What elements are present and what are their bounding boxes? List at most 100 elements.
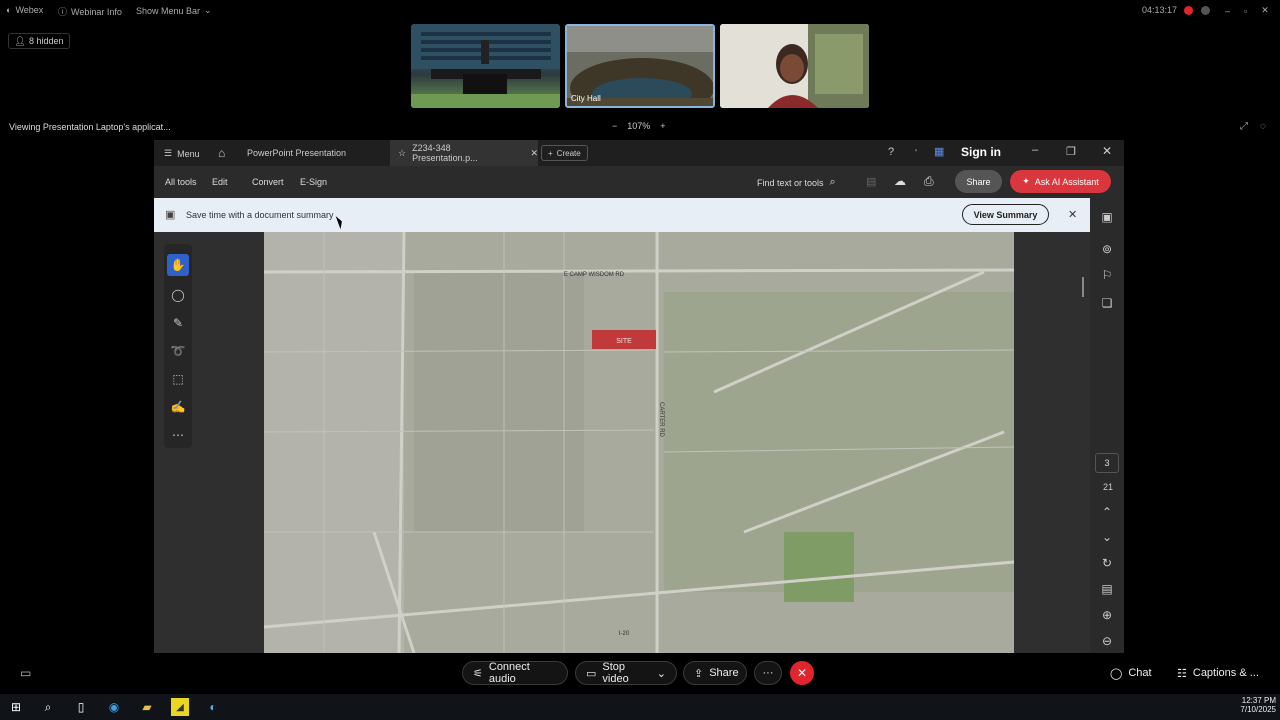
- chevron-down-icon[interactable]: ⌄: [1096, 526, 1118, 548]
- ai-assistant-button[interactable]: ✦ Ask AI Assistant: [1010, 170, 1111, 193]
- minimize-icon[interactable]: –: [1225, 6, 1230, 16]
- participant-video-1[interactable]: [411, 24, 560, 108]
- webex-taskbar-icon[interactable]: ◐: [204, 698, 222, 716]
- sticky-notes-icon[interactable]: ◢: [171, 698, 189, 716]
- close-icon[interactable]: ✕: [1261, 5, 1269, 16]
- more-tools-icon[interactable]: ⋯: [167, 424, 189, 446]
- stop-video-button[interactable]: ▭ Stop video ⌄: [575, 661, 677, 685]
- pdf-page-map[interactable]: SITE E CAMP WISDOM RD I-20 CARTER RD: [264, 232, 1014, 653]
- connect-audio-button[interactable]: ⚟ Connect audio: [462, 661, 568, 685]
- hand-tool-icon[interactable]: ✋: [167, 254, 189, 276]
- restore-icon[interactable]: ❐: [1066, 145, 1076, 158]
- signature-tool-icon[interactable]: ✍: [167, 396, 189, 418]
- participant-webcam-image: [720, 24, 869, 108]
- lasso-tool-icon[interactable]: ➰: [167, 340, 189, 362]
- show-menu-bar-label: Show Menu Bar: [136, 5, 201, 16]
- captions-button[interactable]: ☷ Captions & ...: [1177, 667, 1259, 680]
- close-notice-icon[interactable]: ✕: [1068, 208, 1077, 221]
- zoom-in-button[interactable]: +: [660, 121, 665, 131]
- restore-icon[interactable]: ▫: [1244, 6, 1247, 16]
- info-icon: ⓘ: [58, 7, 68, 17]
- document-gutter: [1014, 232, 1090, 653]
- scrollbar-thumb[interactable]: [1082, 277, 1084, 297]
- refresh-icon[interactable]: ↻: [1096, 552, 1118, 574]
- leave-meeting-button[interactable]: ✕: [790, 661, 814, 685]
- share-content-button[interactable]: ⇪ Share: [683, 661, 747, 685]
- minimize-icon[interactable]: –: [1032, 144, 1038, 156]
- more-options-button[interactable]: ···: [754, 661, 782, 685]
- recording-icon: [1184, 5, 1194, 15]
- chat-button[interactable]: ◯ Chat: [1110, 667, 1152, 680]
- timer-text: 04:13:17: [1142, 5, 1178, 15]
- app-name: Webex: [15, 5, 44, 15]
- text-tool-icon[interactable]: ⬚: [167, 368, 189, 390]
- page-number-input[interactable]: 3: [1095, 453, 1119, 473]
- search-doc-icon[interactable]: ⊚: [1096, 238, 1118, 260]
- share-label: Share: [966, 176, 991, 187]
- layout-icon[interactable]: ▭: [20, 666, 31, 680]
- comment-icon[interactable]: ▣: [1096, 206, 1118, 228]
- pen-tool-icon[interactable]: ✎: [167, 312, 189, 334]
- acrobat-title-bar: ☰ Menu ⌂ PowerPoint Presentation ☆ Z234-…: [154, 140, 1124, 166]
- close-tab-icon[interactable]: ✕: [530, 148, 538, 159]
- share-button[interactable]: Share: [955, 170, 1002, 193]
- participant-video-2[interactable]: City Hall: [565, 24, 715, 108]
- view-summary-button[interactable]: View Summary: [962, 204, 1049, 225]
- menu-label: Menu: [177, 148, 200, 159]
- clock-time: 12:37 PM: [1241, 696, 1276, 705]
- home-icon[interactable]: ⌂: [218, 146, 225, 160]
- apps-grid-icon[interactable]: ▦: [934, 145, 944, 158]
- webex-menu[interactable]: ◐ Webex: [6, 5, 43, 15]
- participant-name-label: City Hall: [571, 94, 601, 103]
- fit-page-icon[interactable]: ▤: [1096, 578, 1118, 600]
- quick-tools-bar: ✋ ◯ ✎ ➰ ⬚ ✍ ⋯: [164, 244, 192, 448]
- windows-start-icon[interactable]: ⊞: [7, 698, 25, 716]
- create-label: Create: [556, 148, 581, 158]
- window-controls: – ▫ ✕: [1225, 5, 1269, 16]
- menu-convert[interactable]: Convert: [252, 177, 300, 187]
- expand-icon[interactable]: ⤢: [1240, 121, 1248, 132]
- menu-all-tools[interactable]: All tools: [165, 177, 212, 187]
- show-menu-bar-button[interactable]: Show Menu Bar ⌄: [136, 5, 212, 16]
- create-button[interactable]: + Create: [541, 145, 588, 161]
- tab-presentation[interactable]: ☆ Z234-348 Presentation.p... ✕: [390, 140, 538, 166]
- chevron-up-icon[interactable]: ⌃: [1096, 501, 1118, 523]
- chevron-down-icon: ⌄: [204, 5, 212, 15]
- search-icon[interactable]: ⌕: [39, 698, 57, 716]
- tab-label: Z234-348 Presentation.p...: [412, 143, 478, 163]
- menu-button[interactable]: ☰ Menu: [164, 148, 200, 159]
- sign-in-button[interactable]: Sign in: [961, 145, 1001, 159]
- webinar-info-button[interactable]: ⓘ Webinar Info: [58, 5, 122, 18]
- taskbar-clock[interactable]: 12:37 PM 7/10/2025: [1232, 696, 1276, 714]
- print-icon[interactable]: ⎙: [924, 174, 934, 189]
- zoom-in-icon[interactable]: ⊕: [1096, 604, 1118, 626]
- bell-icon[interactable]: ◔: [912, 146, 918, 157]
- comment-tool-icon[interactable]: ◯: [167, 284, 189, 306]
- plus-icon: +: [548, 148, 553, 158]
- tab-powerpoint[interactable]: PowerPoint Presentation: [238, 140, 388, 166]
- edge-browser-icon[interactable]: ◉: [105, 698, 123, 716]
- save-icon[interactable]: ▤: [866, 175, 876, 188]
- settings-icon[interactable]: ◌: [1260, 121, 1266, 132]
- close-icon[interactable]: ✕: [1102, 144, 1112, 158]
- chevron-down-icon[interactable]: ⌄: [657, 667, 666, 680]
- file-explorer-icon[interactable]: ▰: [138, 698, 156, 716]
- person-icon: 👤︎: [14, 35, 26, 46]
- bookmark-icon[interactable]: ⚐: [1096, 264, 1118, 286]
- find-tools[interactable]: Find text or tools ⌕: [757, 176, 836, 189]
- star-icon[interactable]: ☆: [398, 148, 406, 159]
- zoom-out-button[interactable]: −: [612, 121, 617, 131]
- menu-esign[interactable]: E-Sign: [300, 177, 327, 187]
- help-icon[interactable]: ?: [888, 146, 894, 158]
- zoom-out-icon[interactable]: ⊖: [1096, 630, 1118, 652]
- menu-edit[interactable]: Edit: [212, 177, 252, 187]
- pages-icon[interactable]: ❏: [1096, 292, 1118, 314]
- hidden-participants-button[interactable]: 👤︎ 8 hidden: [8, 33, 70, 49]
- webex-top-bar: ◐ Webex ⓘ Webinar Info Show Menu Bar ⌄ 0…: [0, 0, 1280, 22]
- stop-video-label: Stop video: [602, 661, 629, 685]
- participant-video-3[interactable]: [720, 24, 869, 108]
- meeting-timer: 04:13:17: [1142, 5, 1211, 15]
- upload-cloud-icon[interactable]: ☁: [894, 174, 906, 188]
- hamburger-icon: ☰: [164, 148, 173, 158]
- file-icon[interactable]: ▯: [72, 698, 90, 716]
